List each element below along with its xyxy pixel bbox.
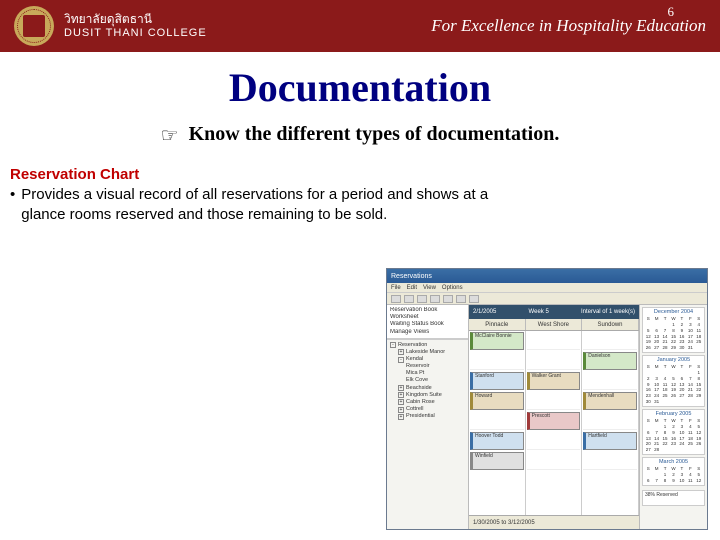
sidebar-link[interactable]: Worksheet xyxy=(390,314,465,321)
booking-block[interactable]: Prescott xyxy=(527,412,581,430)
tree-item[interactable]: +Lakeside Manor xyxy=(388,349,467,356)
app-menubar: File Edit View Options xyxy=(387,283,707,293)
reservation-app-screenshot: Reservations File Edit View Options Rese… xyxy=(386,268,708,530)
date-label: 2/1/2005 xyxy=(473,309,496,315)
menu-item[interactable]: View xyxy=(423,285,436,291)
mini-calendar[interactable]: February 2005 SMTWTFS 123456789101112131… xyxy=(642,409,705,455)
column-header[interactable]: Sundown xyxy=(582,319,639,330)
mini-calendar[interactable]: March 2005 SMTWTFS 123456789101112 xyxy=(642,457,705,486)
toolbar-button-icon[interactable] xyxy=(404,295,414,303)
booking-block[interactable]: Mendenhall xyxy=(583,392,637,410)
college-name-thai: วิทยาลัยดุสิตธานี xyxy=(64,13,207,26)
week-label: Week 5 xyxy=(529,309,549,315)
tree-expand-icon[interactable]: + xyxy=(398,414,404,420)
booking-block[interactable]: Hartfield xyxy=(583,432,637,450)
booking-block[interactable]: Winfield xyxy=(470,452,524,470)
tree-item[interactable]: +Cottrell xyxy=(388,406,467,413)
mini-calendar-title: February 2005 xyxy=(644,411,703,418)
booking-block[interactable]: Howard xyxy=(470,392,524,410)
mini-calendar[interactable]: December 2004 SMTWTFS 123456789101112131… xyxy=(642,307,705,353)
subtitle-row: ☞ Know the different types of documentat… xyxy=(0,121,720,146)
toolbar-button-icon[interactable] xyxy=(391,295,401,303)
bullet-text: Provides a visual record of all reservat… xyxy=(21,185,510,226)
bullet-dot-icon: • xyxy=(10,185,15,205)
mini-calendar[interactable]: January 2005 SMTWTFS 1234567891011121314… xyxy=(642,355,705,407)
tree-item[interactable]: Mica Pt xyxy=(388,370,467,377)
pointing-hand-icon: ☞ xyxy=(161,123,179,148)
sidebar-link[interactable]: Waiting Status Book xyxy=(390,321,465,328)
booking-block[interactable]: Walker Grant xyxy=(527,372,581,390)
tree-item[interactable]: +Cabin Rose xyxy=(388,399,467,406)
date-header-bar: 2/1/2005 Week 5 Interval of 1 week(s) xyxy=(469,305,639,319)
tree-item[interactable]: +Beachside xyxy=(388,385,467,392)
college-name-en: DUSIT THANI COLLEGE xyxy=(64,27,207,39)
mini-calendar-title: January 2005 xyxy=(644,357,703,364)
slide-subtitle: Know the different types of documentatio… xyxy=(189,123,560,146)
sidebar-link[interactable]: Reservation Book xyxy=(390,307,465,314)
section-heading: Reservation Chart xyxy=(10,166,698,183)
header-tagline: For Excellence in Hospitality Education xyxy=(431,16,706,36)
app-sidebar: Reservation Book Worksheet Waiting Statu… xyxy=(387,305,469,529)
header-left: วิทยาลัยดุสิตธานี DUSIT THANI COLLEGE xyxy=(14,6,207,46)
bottom-bar: 1/30/2005 to 3/12/2005 xyxy=(469,515,639,529)
toolbar-button-icon[interactable] xyxy=(443,295,453,303)
college-name-block: วิทยาลัยดุสิตธานี DUSIT THANI COLLEGE xyxy=(64,13,207,38)
date-range: 1/30/2005 to 3/12/2005 xyxy=(473,520,535,526)
tree-item[interactable]: +Presidential xyxy=(388,413,467,420)
slide-title: Documentation xyxy=(0,64,720,111)
toolbar-button-icon[interactable] xyxy=(456,295,466,303)
column-headers: Pinnacle West Shore Sundown xyxy=(469,319,639,331)
booking-block[interactable]: Danielson xyxy=(583,352,637,370)
tree-item[interactable]: Reservoir xyxy=(388,363,467,370)
column-header[interactable]: West Shore xyxy=(526,319,583,330)
tree-expand-icon[interactable]: + xyxy=(398,349,404,355)
tree-expand-icon[interactable]: - xyxy=(398,357,404,363)
mini-calendar-title: March 2005 xyxy=(644,459,703,466)
page-number: 6 xyxy=(668,4,675,20)
tree-expand-icon[interactable]: + xyxy=(398,385,404,391)
tree-expand-icon[interactable]: + xyxy=(398,407,404,413)
toolbar-button-icon[interactable] xyxy=(417,295,427,303)
toolbar-button-icon[interactable] xyxy=(469,295,479,303)
app-calendar-panel: December 2004 SMTWTFS 123456789101112131… xyxy=(639,305,707,529)
menu-item[interactable]: Options xyxy=(442,285,463,291)
app-toolbar xyxy=(387,293,707,305)
reservation-grid: McClaire Bonnie Stanford Howard Hoover T… xyxy=(469,331,639,515)
menu-item[interactable]: Edit xyxy=(407,285,417,291)
tree-item[interactable]: -Kendal xyxy=(388,356,467,363)
tree-expand-icon[interactable]: - xyxy=(390,342,396,348)
sidebar-tree: - Reservation +Lakeside Manor -Kendal Re… xyxy=(387,339,468,529)
tree-expand-icon[interactable]: + xyxy=(398,392,404,398)
sidebar-link[interactable]: Manage Views xyxy=(390,329,465,336)
app-main: 2/1/2005 Week 5 Interval of 1 week(s) Pi… xyxy=(469,305,639,529)
college-logo-icon xyxy=(14,6,54,46)
tree-item[interactable]: Elk Cove xyxy=(388,377,467,384)
slide-header: วิทยาลัยดุสิตธานี DUSIT THANI COLLEGE 6 … xyxy=(0,0,720,52)
column-header[interactable]: Pinnacle xyxy=(469,319,526,330)
app-title: Reservations xyxy=(391,273,432,280)
tree-root[interactable]: - Reservation xyxy=(388,342,467,349)
sidebar-links: Reservation Book Worksheet Waiting Statu… xyxy=(387,305,468,339)
tree-item[interactable]: +Kingdom Suite xyxy=(388,392,467,399)
booking-block[interactable]: Stanford xyxy=(470,372,524,390)
booking-block[interactable]: McClaire Bonnie xyxy=(470,332,524,350)
app-titlebar: Reservations xyxy=(387,269,707,283)
content-area: Reservation Chart • Provides a visual re… xyxy=(0,146,720,226)
toolbar-button-icon[interactable] xyxy=(430,295,440,303)
booking-block[interactable]: Hoover Todd xyxy=(470,432,524,450)
mini-calendar-title: December 2004 xyxy=(644,309,703,316)
interval-label: Interval of 1 week(s) xyxy=(581,309,635,315)
tree-expand-icon[interactable]: + xyxy=(398,399,404,405)
bullet-item: • Provides a visual record of all reserv… xyxy=(10,185,510,226)
occupancy-label: 38% Reserved xyxy=(642,490,705,506)
menu-item[interactable]: File xyxy=(391,285,401,291)
